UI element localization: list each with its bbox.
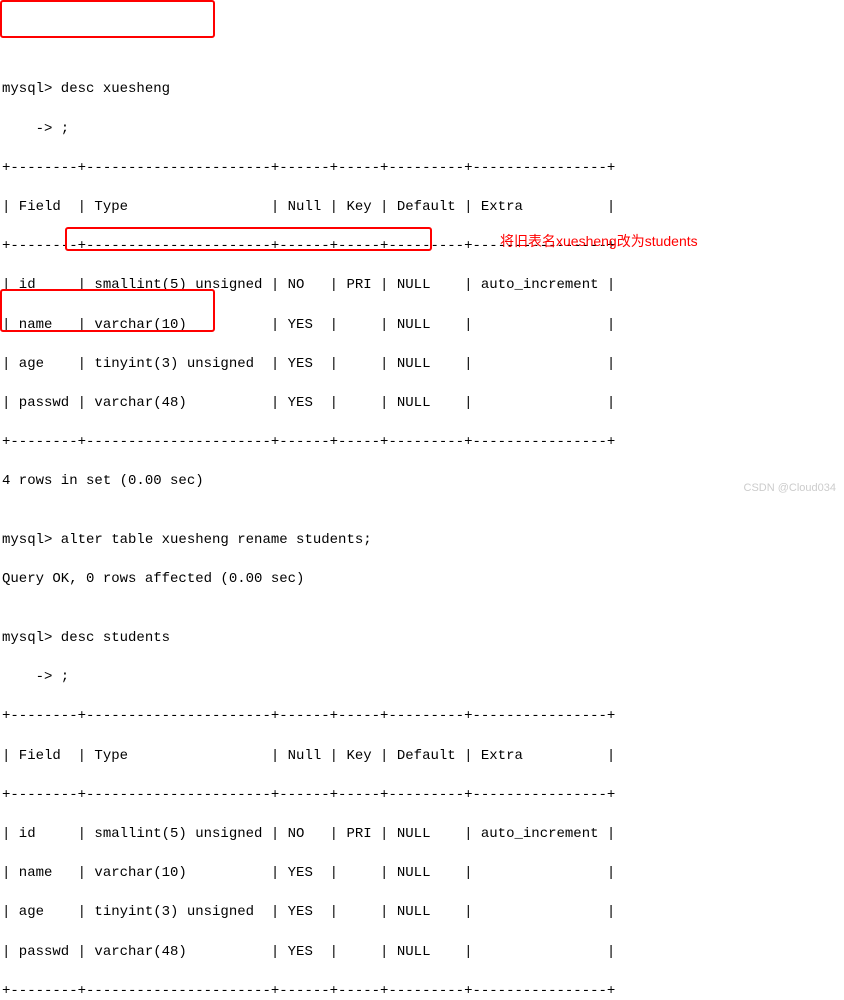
highlight-box-desc-xuesheng	[0, 0, 215, 38]
table-row: | passwd | varchar(48) | YES | | NULL | …	[2, 394, 842, 414]
highlight-box-desc-students	[0, 289, 215, 332]
table-row: | age | tinyint(3) unsigned | YES | | NU…	[2, 355, 842, 375]
mysql-continuation-line: -> ;	[2, 120, 842, 140]
table-separator: +--------+----------------------+------+…	[2, 786, 842, 806]
table-row: | age | tinyint(3) unsigned | YES | | NU…	[2, 903, 842, 923]
table-row: | id | smallint(5) unsigned | NO | PRI |…	[2, 825, 842, 845]
table-separator: +--------+----------------------+------+…	[2, 433, 842, 453]
annotation-text: 将旧表名xuesheng改为students	[500, 232, 698, 252]
table-separator: +--------+----------------------+------+…	[2, 159, 842, 179]
table-row: | passwd | varchar(48) | YES | | NULL | …	[2, 943, 842, 963]
watermark-text: CSDN @Cloud034	[744, 481, 837, 496]
highlight-box-alter-table	[65, 227, 432, 251]
result-line: Query OK, 0 rows affected (0.00 sec)	[2, 570, 842, 590]
table-separator: +--------+----------------------+------+…	[2, 982, 842, 1000]
mysql-prompt-line: mysql> desc xuesheng	[2, 80, 842, 100]
mysql-prompt-line: mysql> desc students	[2, 629, 842, 649]
table-header: | Field | Type | Null | Key | Default | …	[2, 198, 842, 218]
mysql-continuation-line: -> ;	[2, 668, 842, 688]
table-header: | Field | Type | Null | Key | Default | …	[2, 747, 842, 767]
table-row: | name | varchar(10) | YES | | NULL | |	[2, 864, 842, 884]
table-separator: +--------+----------------------+------+…	[2, 707, 842, 727]
result-line: 4 rows in set (0.00 sec)	[2, 472, 842, 492]
mysql-alter-command: mysql> alter table xuesheng rename stude…	[2, 531, 842, 551]
